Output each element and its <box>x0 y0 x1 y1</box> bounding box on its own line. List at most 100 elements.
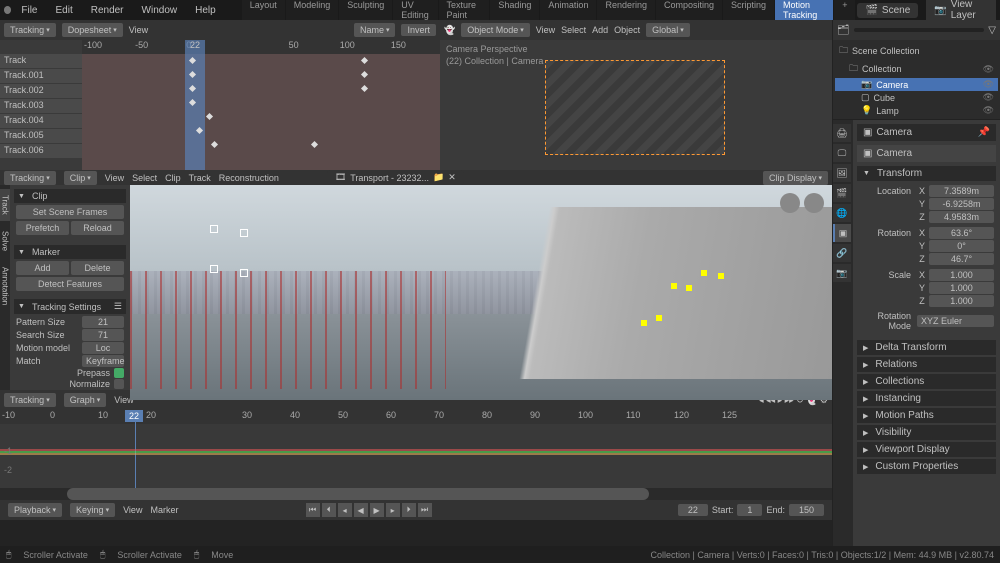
jump-end-button[interactable]: ⏭ <box>418 503 432 517</box>
side-tab-annotation[interactable]: Annotation <box>0 261 11 311</box>
tracking-settings-head[interactable]: ▼Tracking Settings☰ <box>14 299 126 314</box>
nav-zoom-icon[interactable] <box>804 193 824 213</box>
keyframe-icon[interactable] <box>361 57 368 64</box>
outliner-cube[interactable]: ▢Cube👁 <box>835 91 998 104</box>
keyframe-icon[interactable] <box>211 141 218 148</box>
clip-recon[interactable]: Reconstruction <box>219 173 279 183</box>
dopesheet-view[interactable]: View <box>129 25 148 35</box>
track-row[interactable]: Track <box>0 54 82 68</box>
track-marker[interactable] <box>240 229 248 237</box>
keyframe-icon[interactable] <box>361 71 368 78</box>
rotation-mode-field[interactable]: XYZ Euler <box>917 315 994 327</box>
keyframe-icon[interactable] <box>206 113 213 120</box>
delta-transform-panel[interactable]: ▶Delta Transform <box>857 340 996 355</box>
reload-button[interactable]: Reload <box>71 221 124 235</box>
rot-z-field[interactable]: 46.7° <box>929 253 994 265</box>
menu-help[interactable]: Help <box>187 3 224 18</box>
loc-z-field[interactable]: 4.9583m <box>929 211 994 223</box>
transform-head[interactable]: ▼Transform <box>857 166 996 181</box>
instancing-panel[interactable]: ▶Instancing <box>857 391 996 406</box>
menu-render[interactable]: Render <box>83 3 132 18</box>
side-tab-solve[interactable]: Solve <box>0 225 11 257</box>
clip-panel-head[interactable]: ▼Clip <box>14 189 126 203</box>
view-menu[interactable]: View <box>536 25 555 35</box>
marker-panel-head[interactable]: ▼Marker <box>14 245 126 259</box>
track-marker[interactable] <box>718 273 724 279</box>
keyframe-icon[interactable] <box>361 85 368 92</box>
pattern-size-field[interactable]: 21 <box>82 316 124 328</box>
add-menu[interactable]: Add <box>592 25 608 35</box>
track-marker[interactable] <box>701 270 707 276</box>
outliner-lamp[interactable]: 💡Lamp👁 <box>835 104 998 117</box>
object-name-field[interactable]: ▣ Camera <box>857 145 996 162</box>
folder-icon[interactable]: 📁 <box>433 172 444 183</box>
scale-z-field[interactable]: 1.000 <box>929 295 994 307</box>
graph-mode[interactable]: Graph▾ <box>64 393 107 407</box>
menu-file[interactable]: File <box>13 3 45 18</box>
proptab-object[interactable]: ▣ <box>833 224 851 242</box>
track-row[interactable]: Track.003 <box>0 99 82 113</box>
prefetch-button[interactable]: Prefetch <box>16 221 69 235</box>
marker-add-button[interactable]: Add <box>16 261 69 275</box>
proptab-render[interactable]: 🖨 <box>833 124 851 142</box>
visible-icon[interactable]: 👁 <box>983 79 994 90</box>
keying-dropdown[interactable]: Keying▾ <box>70 503 115 517</box>
clip-select[interactable]: Select <box>132 173 157 183</box>
outliner-search[interactable] <box>854 28 985 32</box>
outliner-scene-collection[interactable]: 🗀Scene Collection <box>835 42 998 60</box>
current-frame-field[interactable]: 22 <box>678 504 708 516</box>
custom-props-panel[interactable]: ▶Custom Properties <box>857 459 996 474</box>
keyframe-back-button[interactable]: ⏴ <box>322 503 336 517</box>
clip-mode[interactable]: Clip▾ <box>64 171 97 185</box>
pin-icon[interactable]: 📌 <box>978 127 990 138</box>
keyframe-fwd-button[interactable]: ⏵ <box>402 503 416 517</box>
clip-file-selector[interactable]: 🎞 Transport - 23232... 📁 ✕ <box>327 170 464 185</box>
scale-y-field[interactable]: 1.000 <box>929 282 994 294</box>
playback-dropdown[interactable]: Playback▾ <box>8 503 62 517</box>
clip-viewport[interactable] <box>130 185 832 400</box>
collections-panel[interactable]: ▶Collections <box>857 374 996 389</box>
visible-icon[interactable]: 👁 <box>983 105 994 116</box>
orient-global[interactable]: Global▾ <box>646 23 690 37</box>
select-menu[interactable]: Select <box>561 25 586 35</box>
match-field[interactable]: Keyframe <box>82 355 124 367</box>
track-row[interactable]: Track.001 <box>0 69 82 83</box>
track-marker[interactable] <box>210 265 218 273</box>
name-sort[interactable]: Name▾ <box>354 23 396 37</box>
graph-scrollbar[interactable] <box>0 488 832 500</box>
track-marker[interactable] <box>641 320 647 326</box>
outliner-type-icon[interactable]: 🗂 <box>837 25 850 36</box>
proptab-data[interactable]: 📷 <box>833 264 851 282</box>
timeline-marker[interactable]: Marker <box>150 505 178 515</box>
object-mode[interactable]: Object Mode▾ <box>461 23 530 37</box>
proptab-viewlayer[interactable]: 🖼 <box>833 164 851 182</box>
menu-edit[interactable]: Edit <box>47 3 80 18</box>
motion-model-field[interactable]: Loc <box>82 342 124 354</box>
close-icon[interactable]: ✕ <box>448 172 456 183</box>
track-marker[interactable] <box>210 225 218 233</box>
relations-panel[interactable]: ▶Relations <box>857 357 996 372</box>
keyframe-icon[interactable] <box>311 141 318 148</box>
menu-icon[interactable]: ☰ <box>114 301 122 312</box>
motion-paths-panel[interactable]: ▶Motion Paths <box>857 408 996 423</box>
track-row[interactable]: Track.005 <box>0 129 82 143</box>
object-menu[interactable]: Object <box>614 25 640 35</box>
play-button[interactable]: ▶ <box>370 503 384 517</box>
normalize-checkbox[interactable] <box>114 379 124 389</box>
viewport-display-panel[interactable]: ▶Viewport Display <box>857 442 996 457</box>
clip-display-dropdown[interactable]: Clip Display▾ <box>763 171 828 185</box>
loc-y-field[interactable]: -6.9258m <box>929 198 994 210</box>
frame-fwd-button[interactable]: ▸ <box>386 503 400 517</box>
frame-back-button[interactable]: ◂ <box>338 503 352 517</box>
set-scene-frames-button[interactable]: Set Scene Frames <box>16 205 124 219</box>
track-marker[interactable] <box>656 315 662 321</box>
start-frame-field[interactable]: 1 <box>737 504 762 516</box>
dopesheet-mode[interactable]: Dopesheet▾ <box>62 23 123 37</box>
clip-tracking-type[interactable]: Tracking▾ <box>4 171 56 185</box>
loc-x-field[interactable]: 7.3589m <box>929 185 994 197</box>
clip-clip[interactable]: Clip <box>165 173 181 183</box>
scroll-thumb[interactable] <box>67 488 649 500</box>
track-marker[interactable] <box>686 285 692 291</box>
outliner-body[interactable]: 🗀Scene Collection 🗀Collection👁 📷Camera👁 … <box>833 40 1000 119</box>
side-tab-track[interactable]: Track <box>0 189 11 221</box>
